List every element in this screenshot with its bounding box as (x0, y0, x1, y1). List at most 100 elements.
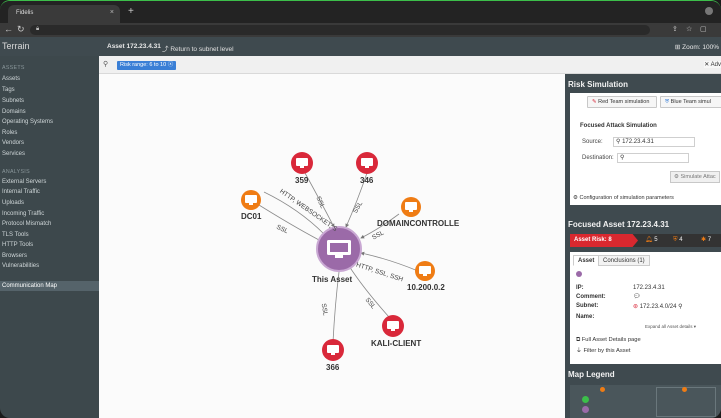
destination-label: Destination: (582, 155, 614, 161)
asset-risk-label: Asset Risk: (574, 237, 607, 243)
browser-tab-bar: Fidelis × + (0, 1, 721, 23)
tab-title: Fidelis (16, 10, 34, 16)
simulate-attack-button[interactable]: ⚙ Simulate Attac (670, 171, 720, 183)
node-kali-client[interactable] (382, 315, 404, 337)
subnet-icon: ⊛ (633, 304, 639, 310)
sidebar-item-assets[interactable]: Assets (0, 74, 99, 84)
sidebar-item-incoming-traffic[interactable]: Incoming Traffic (0, 209, 99, 219)
reload-icon[interactable]: ↻ (17, 24, 25, 35)
window-control-icon[interactable] (705, 7, 713, 15)
back-icon[interactable]: ← (4, 24, 13, 34)
address-bar[interactable]: 🔒︎ (30, 25, 650, 35)
node-dc01[interactable] (241, 190, 261, 210)
destination-input[interactable]: ⚲ (617, 153, 689, 163)
risk-range-filter-chip[interactable]: Risk range: 6 to 10 ⓧ (117, 61, 177, 70)
red-team-icon: ✎ (592, 99, 597, 105)
sidebar-heading-assets: ASSETS (2, 65, 25, 71)
source-value: 172.23.4.31 (622, 139, 654, 145)
browser-tab[interactable]: Fidelis × (8, 5, 120, 23)
full-asset-details-link[interactable]: ⧉ Full Asset Details page (576, 337, 641, 344)
sidebar-item-roles[interactable]: Roles (0, 128, 99, 138)
bookmark-star-icon[interactable]: ☆ (686, 25, 692, 33)
node-359[interactable] (291, 152, 313, 174)
simulate-icon: ⚙ (674, 174, 679, 180)
source-label: Source: (582, 139, 603, 145)
node-domaincontrolle[interactable] (401, 197, 421, 217)
risk-summary-row: Asset Risk: 8 🔔︎ 5 ⛨ 4 ✱ 7 (570, 234, 721, 247)
node-label-domaincontrolle: DOMAINCONTROLLE (377, 219, 460, 228)
source-input[interactable]: ⚲ 172.23.4.31 (613, 137, 695, 147)
sidebar-item-protocol-mismatch[interactable]: Protocol Mismatch (0, 219, 99, 229)
blue-team-simulation-button[interactable]: ⛨ Blue Team simul (660, 96, 721, 108)
sidebar-item-vulnerabilities[interactable]: Vulnerabilities (0, 261, 99, 271)
subnet-value-group[interactable]: ⊛ 172.23.4.0/24 ⚲ (633, 303, 682, 310)
sidebar-item-communication-map[interactable]: Communication Map (0, 281, 99, 291)
tab-close-icon[interactable]: × (110, 9, 114, 16)
asset-risk-value: 8 (608, 237, 612, 243)
risk-count-1: 🔔︎ 5 (645, 234, 658, 247)
risk-count-3: ✱ 7 (701, 234, 711, 247)
communication-map[interactable]: 359 346 DC01 DOMAINCONTROLLE This Asset … (99, 74, 565, 418)
tab-asset[interactable]: Asset (573, 255, 600, 266)
comment-icon[interactable]: 💬︎ (633, 293, 641, 300)
search-icon[interactable]: ⚲ (103, 60, 108, 68)
risk-count-2: ⛨ 4 (673, 234, 683, 247)
sidebar-item-external-servers[interactable]: External Servers (0, 177, 99, 187)
node-366[interactable] (322, 339, 344, 361)
filter-by-label: Filter by this Asset (583, 348, 631, 354)
red-team-label: Red Team simulation (598, 99, 650, 105)
focused-asset-title: Focused Asset 172.23.4.31 (568, 220, 670, 229)
node-this-asset[interactable] (316, 226, 362, 272)
legend-orange-icon-2 (682, 387, 687, 392)
ip-label: IP: (576, 285, 584, 291)
brand-logo[interactable]: Terrain (2, 41, 30, 51)
blue-team-icon: ⛨ (665, 99, 670, 105)
sidebar-item-subnets[interactable]: Subnets (0, 96, 99, 106)
node-label-366: 366 (326, 363, 340, 372)
red-team-simulation-button[interactable]: ✎ Red Team simulation (587, 96, 657, 108)
sidebar-item-services[interactable]: Services (0, 149, 99, 159)
risk-count-2-value: 4 (679, 237, 683, 243)
sidebar-item-uploads[interactable]: Uploads (0, 198, 99, 208)
lock-icon: 🔒︎ (36, 26, 40, 32)
zoom-in-icon[interactable]: ⚲ (678, 304, 682, 310)
sidebar-item-browsers[interactable]: Browsers (0, 251, 99, 261)
shield-icon: ⛨ (673, 237, 678, 243)
blue-team-label: Blue Team simul (670, 99, 711, 105)
extension-icon[interactable]: ▢ (700, 25, 707, 33)
app-header: Terrain Asset 172.23.4.31 ⤴ Return to su… (0, 37, 721, 56)
risk-simulation-title: Risk Simulation (568, 80, 629, 89)
return-link-label: Return to subnet level (170, 46, 234, 53)
subnet-label: Subnet: (576, 303, 599, 309)
sidebar-item-http-tools[interactable]: HTTP Tools (0, 240, 99, 250)
new-tab-icon[interactable]: + (128, 6, 134, 17)
bug-icon: ✱ (701, 237, 707, 243)
risk-count-1-value: 5 (654, 237, 658, 243)
filter-by-asset-link[interactable]: ⏚ Filter by this Asset (576, 345, 630, 354)
node-label-this-asset: This Asset (312, 275, 353, 284)
expand-all-details-link[interactable]: Expand all Asset details ▾ (645, 324, 696, 330)
asset-risk-badge: Asset Risk: 8 (570, 234, 638, 247)
sidebar-item-domains[interactable]: Domains (0, 107, 99, 117)
sidebar-item-operating-systems[interactable]: Operating Systems (0, 117, 99, 127)
page-title: Asset 172.23.4.31 (107, 43, 161, 50)
sidebar-item-internal-traffic[interactable]: Internal Traffic (0, 187, 99, 197)
tab-conclusions[interactable]: Conclusions (1) (598, 255, 650, 266)
asset-type-icon (576, 271, 582, 277)
ip-value: 172.23.4.31 (633, 285, 665, 291)
risk-simulation-box: ✎ Red Team simulation ⛨ Blue Team simul … (570, 93, 721, 205)
node-346[interactable] (356, 152, 378, 174)
advanced-filter-button[interactable]: ✕ Adv (704, 61, 721, 68)
sidebar-item-tls-tools[interactable]: TLS Tools (0, 230, 99, 240)
expand-label: Expand all Asset details (645, 324, 693, 329)
simulation-config-link[interactable]: ⚙ Configuration of simulation parameters (573, 195, 674, 201)
sidebar-item-vendors[interactable]: Vendors (0, 138, 99, 148)
share-icon[interactable]: ⇪ (672, 25, 678, 33)
zoom-indicator[interactable]: ⊞ Zoom: 100% (675, 43, 719, 51)
filter-bar[interactable]: ⚲ Risk range: 6 to 10 ⓧ ✕ Adv (99, 56, 721, 74)
gear-icon: ⚙ (573, 195, 578, 201)
sidebar-item-tags[interactable]: Tags (0, 85, 99, 95)
map-legend (570, 385, 721, 418)
return-to-subnet-link[interactable]: ⤴ Return to subnet level (162, 43, 234, 53)
node-10-200-0-2[interactable] (415, 261, 435, 281)
